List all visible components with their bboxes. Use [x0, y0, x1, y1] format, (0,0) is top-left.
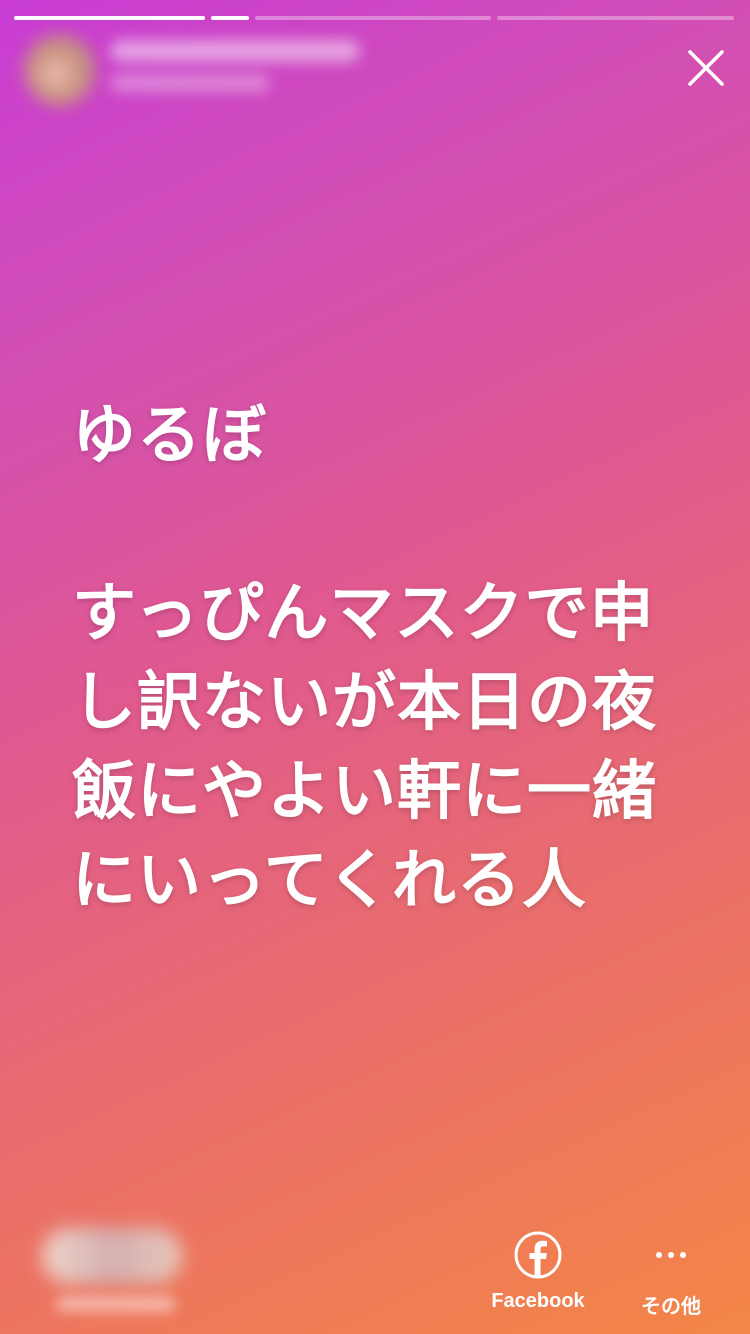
- story-viewer: ゆるぼ すっぴんマスクで申し訳ないが本日の夜飯にやよい軒に一緒にいってくれる人 …: [0, 0, 750, 1334]
- username-blurred[interactable]: [110, 40, 360, 62]
- progress-segment: [497, 16, 734, 20]
- progress-segment: [14, 16, 205, 20]
- viewers-label-blurred: [56, 1296, 176, 1312]
- user-avatar[interactable]: [24, 34, 96, 106]
- viewers-activity[interactable]: [38, 1222, 198, 1322]
- more-label: その他: [641, 1296, 701, 1318]
- progress-segment: [211, 16, 249, 20]
- progress-segment: [255, 16, 491, 20]
- share-facebook-button[interactable]: Facebook: [480, 1230, 596, 1313]
- facebook-icon: [514, 1231, 562, 1279]
- more-dots-icon: [646, 1230, 696, 1280]
- story-progress-bar: [14, 16, 734, 20]
- more-button[interactable]: その他: [626, 1230, 716, 1319]
- close-icon: [688, 50, 724, 86]
- facebook-label: Facebook: [491, 1290, 585, 1312]
- timestamp-blurred: [110, 74, 270, 92]
- story-header[interactable]: [18, 30, 378, 110]
- viewer-avatars-blurred[interactable]: [42, 1228, 182, 1284]
- story-text: ゆるぼ すっぴんマスクで申し訳ないが本日の夜飯にやよい軒に一緒にいってくれる人: [72, 399, 657, 918]
- close-button[interactable]: [684, 46, 728, 90]
